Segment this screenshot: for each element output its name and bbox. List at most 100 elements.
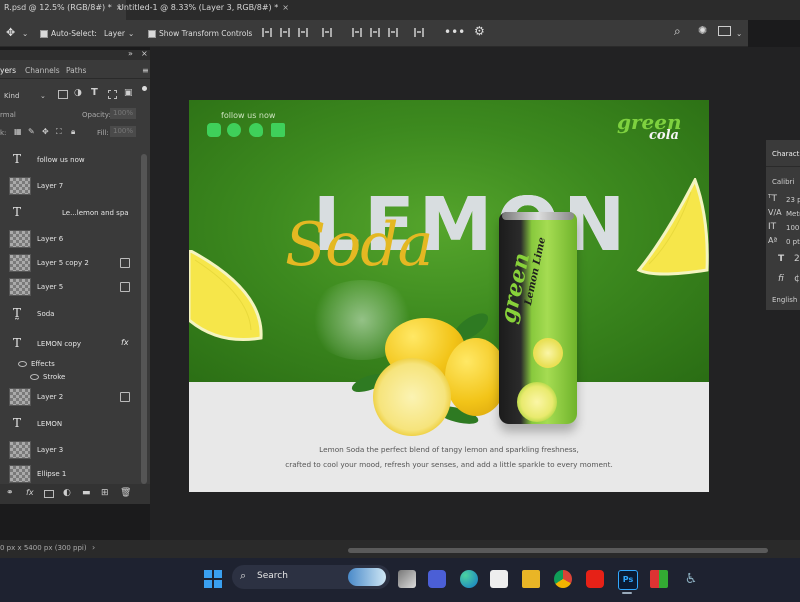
new-layer-icon[interactable]: ⊞ xyxy=(101,488,109,498)
opacity-field[interactable]: 100% xyxy=(110,108,136,119)
font-size-field[interactable]: 23 p xyxy=(786,196,800,204)
photoshop-icon[interactable]: Ps xyxy=(618,570,638,590)
font-family-field[interactable]: Calibri xyxy=(772,178,794,186)
baseline-field[interactable]: 0 pt xyxy=(786,238,800,246)
layer-name: LEMON xyxy=(37,420,63,428)
layer-row[interactable]: Layer 2 xyxy=(0,385,140,409)
task-view-icon[interactable] xyxy=(398,570,416,588)
more-options-button[interactable]: ••• xyxy=(444,25,465,39)
effect-row[interactable]: Stroke xyxy=(0,371,140,385)
store-icon[interactable] xyxy=(490,570,508,588)
align-top-icon[interactable] xyxy=(352,28,362,37)
fx-icon[interactable]: fx xyxy=(26,488,34,497)
filter-shape-icon[interactable] xyxy=(108,90,117,99)
close-icon[interactable]: × xyxy=(282,3,289,12)
trash-icon[interactable]: 🗑︎ xyxy=(120,488,131,498)
ligature-icon[interactable]: fi xyxy=(778,274,784,284)
fx-icon[interactable]: fx xyxy=(121,338,129,347)
file-explorer-icon[interactable] xyxy=(522,570,540,588)
filter-image-icon[interactable] xyxy=(58,90,68,99)
layer-row[interactable]: T LEMON xyxy=(0,412,140,436)
layers-scrollbar[interactable] xyxy=(141,154,147,484)
align-center-icon[interactable] xyxy=(280,28,290,37)
document-tab-r[interactable]: R.psd @ 12.5% (RGB/8#) * × xyxy=(0,0,127,20)
filter-smart-icon[interactable]: ▣ xyxy=(124,88,133,98)
filter-type-icon[interactable]: T xyxy=(91,87,98,98)
blend-mode-select[interactable]: rmal xyxy=(0,111,16,119)
document-canvas[interactable]: follow us now green cola LEMON Soda gree… xyxy=(189,100,709,492)
filter-kind-select[interactable]: Kind xyxy=(4,92,19,100)
layer-row[interactable]: Layer 7 xyxy=(0,174,140,198)
discover-icon[interactable]: ✺ xyxy=(698,24,707,37)
text-layer-icon: T xyxy=(13,152,22,166)
lock-icon[interactable]: 🔒︎ xyxy=(71,127,75,137)
taskbar-search[interactable]: ⌕ Search xyxy=(232,565,390,589)
faux-bold-icon[interactable]: T xyxy=(778,254,784,264)
layer-row[interactable]: Layer 6 xyxy=(0,227,140,251)
mask-icon[interactable] xyxy=(44,490,54,498)
chevron-right-icon[interactable]: › xyxy=(92,543,95,552)
target-select[interactable]: Layer xyxy=(104,29,125,38)
chevron-down-icon[interactable]: ⌄ xyxy=(736,29,742,38)
adjustment-icon[interactable]: ◐ xyxy=(63,488,71,498)
panel-menu-icon[interactable]: ≡ xyxy=(142,66,149,75)
stylistic-icon[interactable]: ¢ xyxy=(794,274,800,284)
active-app-indicator xyxy=(622,592,632,594)
windows-start-icon[interactable] xyxy=(204,570,222,588)
folder-icon[interactable]: ▬ xyxy=(82,488,91,498)
tab-channels[interactable]: Channels xyxy=(25,66,60,75)
tab-paths[interactable]: Paths xyxy=(66,66,86,75)
close-icon[interactable]: × xyxy=(141,49,148,58)
layer-row[interactable]: Tfollow us now xyxy=(0,148,140,172)
align-left-icon[interactable] xyxy=(262,28,272,37)
align-right-icon[interactable] xyxy=(298,28,308,37)
align-middle-icon[interactable] xyxy=(370,28,380,37)
layer-row[interactable]: Ellipse 1 xyxy=(0,462,140,486)
chevron-down-icon[interactable]: ⌄ xyxy=(22,29,28,38)
meet-icon[interactable] xyxy=(428,570,446,588)
move-lock-icon[interactable]: ✥ xyxy=(42,127,49,136)
distribute-icon[interactable] xyxy=(322,28,332,37)
auto-select-checkbox[interactable]: Auto-Select: xyxy=(40,29,97,38)
tab-layers[interactable]: yers xyxy=(0,66,16,75)
distribute-vertical-icon[interactable] xyxy=(414,28,424,37)
scale-field[interactable]: 100 xyxy=(786,224,799,232)
app-icon[interactable] xyxy=(650,570,668,588)
edge-icon[interactable] xyxy=(460,570,478,588)
filter-toggle[interactable] xyxy=(142,86,147,91)
youtube-icon[interactable] xyxy=(586,570,604,588)
align-bottom-icon[interactable] xyxy=(388,28,398,37)
layer-row[interactable]: Layer 5 xyxy=(0,275,140,299)
eye-icon[interactable] xyxy=(30,374,39,380)
tt-icon[interactable]: 2 xyxy=(794,254,800,264)
brush-icon[interactable]: ✎ xyxy=(28,127,35,136)
gear-icon[interactable]: ⚙ xyxy=(474,24,485,38)
layer-name: Layer 7 xyxy=(37,182,64,190)
show-transform-checkbox[interactable]: Show Transform Controls xyxy=(148,29,252,38)
layer-row[interactable]: Layer 3 xyxy=(0,438,140,462)
chevron-down-icon[interactable]: ⌄ xyxy=(128,29,134,38)
kerning-field[interactable]: Metr xyxy=(786,210,800,218)
effect-row[interactable]: Effects xyxy=(0,358,140,372)
artboard-lock-icon[interactable]: ⛶ xyxy=(56,127,62,137)
filter-adjust-icon[interactable]: ◑ xyxy=(74,88,82,98)
layer-row[interactable]: Layer 5 copy 2 xyxy=(0,251,140,275)
document-tab-bar: R.psd @ 12.5% (RGB/8#) * × Untitled-1 @ 8… xyxy=(0,0,800,20)
accessibility-icon[interactable]: ♿︎ xyxy=(682,570,700,588)
workspace-icon[interactable] xyxy=(718,26,731,36)
document-tab-untitled[interactable]: Untitled-1 @ 8.33% (Layer 3, RGB/8#) * × xyxy=(114,0,293,20)
chevron-down-icon[interactable]: ⌄ xyxy=(40,92,46,100)
fill-field[interactable]: 100% xyxy=(110,126,136,137)
layer-row[interactable]: T̰ Soda xyxy=(0,302,140,326)
link-icon[interactable]: ⚭ xyxy=(6,488,14,498)
search-icon[interactable]: ⌕ xyxy=(674,24,681,39)
layer-row[interactable]: T LEMON copy fx xyxy=(0,332,140,356)
language-field[interactable]: English xyxy=(772,296,797,304)
chrome-icon[interactable] xyxy=(554,570,572,588)
horizontal-scrollbar[interactable] xyxy=(348,548,768,553)
collapse-icon[interactable]: » xyxy=(128,49,133,58)
eye-icon[interactable] xyxy=(18,361,27,367)
lock-pixels-icon[interactable]: ▦ xyxy=(14,127,22,136)
move-tool-icon[interactable]: ✥ xyxy=(6,26,15,39)
layer-row[interactable]: T Le...lemon and spa xyxy=(0,201,140,225)
